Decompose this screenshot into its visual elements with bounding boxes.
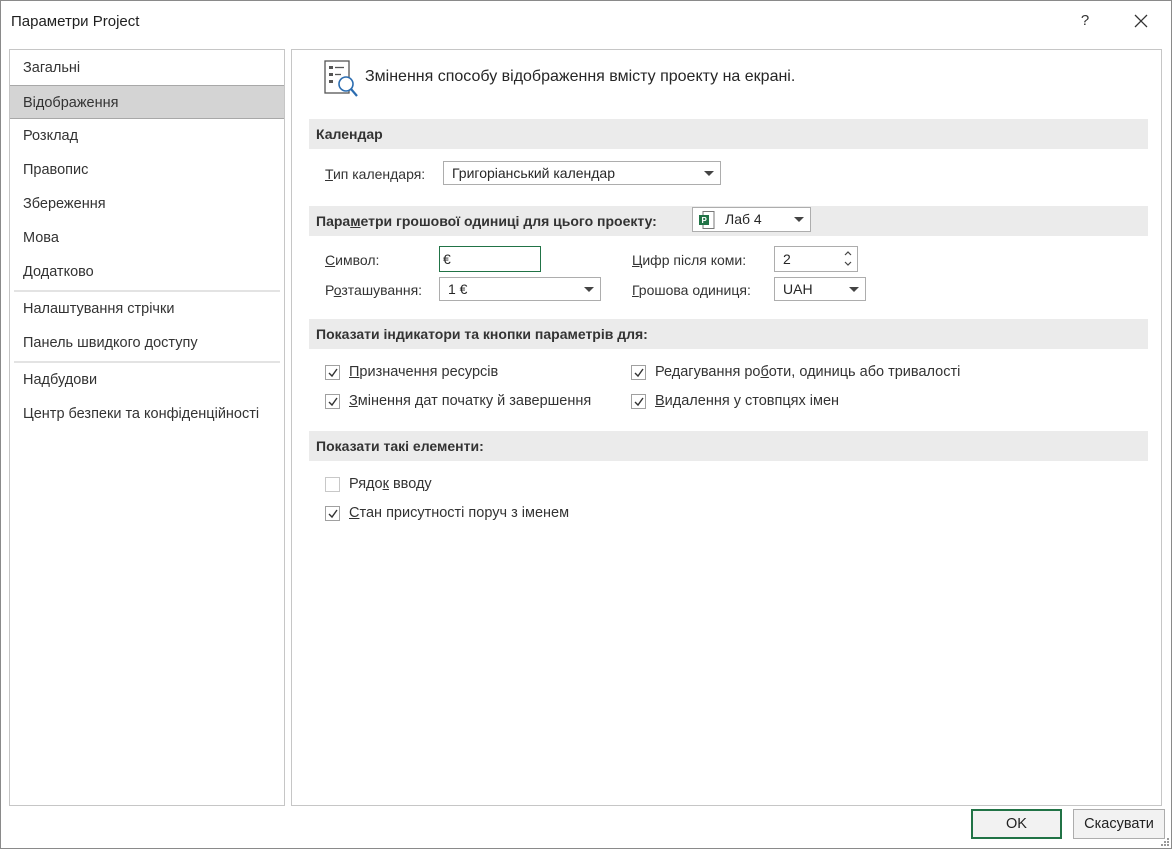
sidebar-item-language[interactable]: Мова [10, 221, 284, 255]
sidebar-item-schedule[interactable]: Розклад [10, 119, 284, 153]
sidebar: Загальні Відображення Розклад Правопис З… [9, 49, 285, 806]
section-calendar: Календар [309, 119, 1148, 149]
checkmark-icon [634, 368, 644, 378]
display-settings-icon [324, 60, 358, 97]
sidebar-item-display[interactable]: Відображення [10, 85, 284, 119]
options-dialog: Параметри Project ? Загальні Відображенн… [0, 0, 1172, 849]
sidebar-item-customize-ribbon[interactable]: Налаштування стрічки [10, 292, 284, 326]
close-button[interactable] [1127, 7, 1155, 35]
sidebar-item-quick-access[interactable]: Панель швидкого доступу [10, 326, 284, 360]
sidebar-item-general[interactable]: Загальні [10, 51, 284, 85]
sidebar-item-proofing[interactable]: Правопис [10, 153, 284, 187]
chevron-down-icon [794, 217, 804, 222]
chevron-down-icon[interactable] [843, 259, 853, 269]
svg-text:P: P [702, 216, 708, 225]
decimal-digits-label: Цифр після коми: [632, 252, 747, 268]
project-file-icon: P [699, 211, 715, 229]
checkbox[interactable] [325, 506, 340, 521]
currency-select[interactable]: UAH [774, 277, 866, 301]
checkbox[interactable] [631, 365, 646, 380]
currency-symbol-input[interactable]: € [439, 246, 541, 272]
chevron-down-icon [584, 287, 594, 292]
placement-label: Розташування: [325, 282, 423, 298]
section-elements: Показати такі елементи: [309, 431, 1148, 461]
checkmark-icon [634, 397, 644, 407]
sidebar-item-trust-center[interactable]: Центр безпеки та конфіденційності [10, 397, 284, 431]
resize-grip-icon[interactable] [1161, 838, 1169, 846]
section-indicators: Показати індикатори та кнопки параметрів… [309, 319, 1148, 349]
sidebar-item-save[interactable]: Збереження [10, 187, 284, 221]
section-title: Календар [316, 126, 383, 142]
chevron-down-icon [704, 171, 714, 176]
cancel-button[interactable]: Скасувати [1073, 809, 1165, 839]
section-title: Показати індикатори та кнопки параметрів… [316, 326, 648, 342]
calendar-type-select[interactable]: Григоріанський календар [443, 161, 721, 185]
ok-button[interactable]: OK [971, 809, 1062, 839]
help-button[interactable]: ? [1073, 7, 1097, 35]
checkbox[interactable] [325, 394, 340, 409]
checkbox[interactable] [325, 365, 340, 380]
decimal-digits-stepper[interactable]: 2 [774, 246, 858, 272]
main-panel: Змінення способу відображення вмісту про… [291, 49, 1162, 806]
calendar-type-label: Тип календаря: [325, 166, 426, 182]
checkmark-icon [328, 397, 338, 407]
checkbox[interactable] [325, 477, 340, 492]
checkmark-icon [328, 368, 338, 378]
dialog-title: Параметри Project [11, 13, 140, 30]
section-title: Параметри грошової одиниці для цього про… [316, 213, 657, 229]
page-heading: Змінення способу відображення вмісту про… [365, 68, 796, 85]
placement-select[interactable]: 1 € [439, 277, 601, 301]
section-title: Показати такі елементи: [316, 438, 484, 454]
chevron-up-icon[interactable] [843, 248, 853, 258]
sidebar-item-addins[interactable]: Надбудови [10, 363, 284, 397]
project-select[interactable]: P Лаб 4 [692, 207, 811, 232]
sidebar-item-advanced[interactable]: Додатково [10, 255, 284, 289]
close-icon [1134, 14, 1148, 28]
symbol-label: Символ: [325, 252, 380, 268]
checkbox[interactable] [631, 394, 646, 409]
currency-label: Грошова одиниця: [632, 282, 751, 298]
checkmark-icon [328, 509, 338, 519]
chevron-down-icon [849, 287, 859, 292]
help-icon: ? [1080, 12, 1090, 29]
